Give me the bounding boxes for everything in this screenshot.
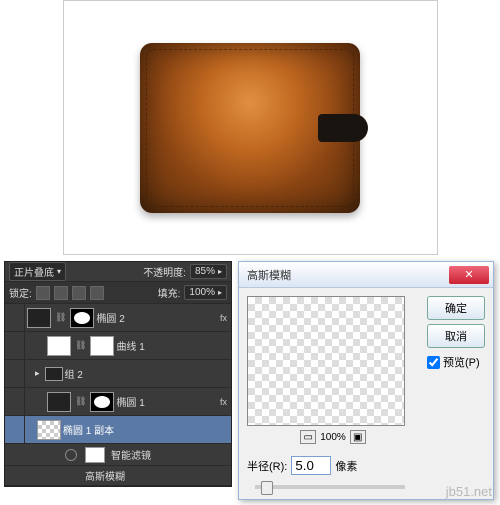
bottom-panels: 正片叠底 ▾ 不透明度: 85% ▸ 锁定: 填充: 100% ▸ ⛓ bbox=[0, 255, 500, 500]
folder-arrow-icon[interactable]: ▸ bbox=[35, 368, 40, 379]
zoom-controls: ▭ 100% ▣ bbox=[247, 430, 419, 444]
lock-pixels-icon[interactable] bbox=[54, 286, 68, 300]
lock-fill-row: 锁定: 填充: 100% ▸ bbox=[5, 282, 231, 304]
visibility-toggle[interactable] bbox=[7, 332, 25, 359]
opacity-label: 不透明度: bbox=[143, 264, 186, 279]
filter-entry[interactable]: 高斯模糊 bbox=[5, 466, 231, 486]
close-button[interactable]: ✕ bbox=[449, 266, 489, 284]
radius-unit: 像素 bbox=[335, 458, 357, 474]
folder-icon bbox=[45, 367, 63, 381]
layer-thumb bbox=[27, 308, 51, 328]
lock-transparency-icon[interactable] bbox=[36, 286, 50, 300]
layer-name: 椭圆 1 bbox=[116, 394, 220, 409]
layer-name: 椭圆 2 bbox=[96, 310, 220, 325]
opacity-value: 85% bbox=[195, 266, 215, 277]
canvas-area bbox=[63, 0, 438, 255]
fill-label: 填充: bbox=[158, 285, 181, 300]
zoom-value: 100% bbox=[320, 432, 346, 443]
mask-thumb bbox=[70, 308, 94, 328]
lock-label: 锁定: bbox=[9, 285, 32, 300]
ok-button[interactable]: 确定 bbox=[427, 296, 485, 320]
wallet-illustration bbox=[140, 43, 360, 213]
radius-input[interactable] bbox=[291, 456, 331, 475]
visibility-toggle[interactable] bbox=[7, 416, 25, 443]
mask-thumb bbox=[90, 392, 114, 412]
visibility-toggle[interactable] bbox=[7, 304, 25, 331]
mask-thumb bbox=[90, 336, 114, 356]
layer-row[interactable]: ▸ 组 2 bbox=[5, 360, 231, 388]
radius-slider[interactable] bbox=[255, 485, 405, 489]
zoom-out-button[interactable]: ▭ bbox=[300, 430, 316, 444]
link-icon: ⛓ bbox=[75, 396, 86, 407]
preview-column: ▭ 100% ▣ bbox=[247, 296, 419, 444]
fx-badge[interactable]: fx bbox=[220, 313, 227, 323]
layer-thumb bbox=[47, 392, 71, 412]
button-column: 确定 取消 预览(P) bbox=[427, 296, 485, 444]
fill-dropdown[interactable]: 100% ▸ bbox=[184, 285, 227, 300]
lock-all-icon[interactable] bbox=[90, 286, 104, 300]
preview-checkbox[interactable] bbox=[427, 356, 440, 369]
layer-thumb bbox=[47, 336, 71, 356]
dialog-title: 高斯模糊 bbox=[247, 267, 449, 283]
smart-filter-thumb bbox=[85, 447, 105, 463]
dialog-titlebar[interactable]: 高斯模糊 ✕ bbox=[239, 262, 493, 288]
layers-panel: 正片叠底 ▾ 不透明度: 85% ▸ 锁定: 填充: 100% ▸ ⛓ bbox=[4, 261, 232, 487]
lock-position-icon[interactable] bbox=[72, 286, 86, 300]
preview-area[interactable] bbox=[247, 296, 405, 426]
layer-row[interactable]: ⛓ 椭圆 2 fx bbox=[5, 304, 231, 332]
blend-mode-dropdown[interactable]: 正片叠底 ▾ bbox=[9, 262, 66, 281]
visibility-toggle[interactable] bbox=[7, 388, 25, 415]
blend-opacity-row: 正片叠底 ▾ 不透明度: 85% ▸ bbox=[5, 262, 231, 282]
zoom-in-button[interactable]: ▣ bbox=[350, 430, 366, 444]
watermark: jb51.net bbox=[446, 484, 492, 499]
chevron-down-icon: ▸ bbox=[218, 288, 222, 297]
fx-badge[interactable]: fx bbox=[220, 397, 227, 407]
smart-filters-row[interactable]: 智能滤镜 bbox=[5, 444, 231, 466]
dialog-body: ▭ 100% ▣ 确定 取消 预览(P) bbox=[239, 288, 493, 452]
eye-icon[interactable] bbox=[65, 449, 77, 461]
layer-row-selected[interactable]: 椭圆 1 副本 bbox=[5, 416, 231, 444]
wallet-clasp bbox=[318, 114, 368, 142]
filter-name: 高斯模糊 bbox=[85, 468, 125, 483]
cancel-button[interactable]: 取消 bbox=[427, 324, 485, 348]
link-icon: ⛓ bbox=[55, 312, 66, 323]
radius-label: 半径(R): bbox=[247, 458, 287, 474]
fill-value: 100% bbox=[189, 287, 215, 298]
opacity-dropdown[interactable]: 85% ▸ bbox=[190, 264, 227, 279]
smart-filters-label: 智能滤镜 bbox=[111, 447, 151, 462]
layer-name: 椭圆 1 副本 bbox=[63, 422, 231, 437]
preview-checkbox-row[interactable]: 预览(P) bbox=[427, 354, 485, 370]
layer-thumb bbox=[37, 420, 61, 440]
gaussian-blur-dialog: 高斯模糊 ✕ ▭ 100% ▣ 确定 取消 预览(P) bbox=[238, 261, 494, 500]
link-icon: ⛓ bbox=[75, 340, 86, 351]
layer-name: 曲线 1 bbox=[116, 338, 231, 353]
chevron-down-icon: ▾ bbox=[57, 267, 61, 276]
layer-row[interactable]: ⛓ 曲线 1 bbox=[5, 332, 231, 360]
blend-mode-value: 正片叠底 bbox=[14, 264, 54, 279]
chevron-down-icon: ▸ bbox=[218, 267, 222, 276]
layer-row[interactable]: ⛓ 椭圆 1 fx bbox=[5, 388, 231, 416]
radius-row: 半径(R): 像素 bbox=[239, 452, 493, 485]
layer-name: 组 2 bbox=[65, 366, 231, 381]
visibility-toggle[interactable] bbox=[7, 360, 25, 387]
preview-checkbox-label: 预览(P) bbox=[443, 354, 480, 370]
